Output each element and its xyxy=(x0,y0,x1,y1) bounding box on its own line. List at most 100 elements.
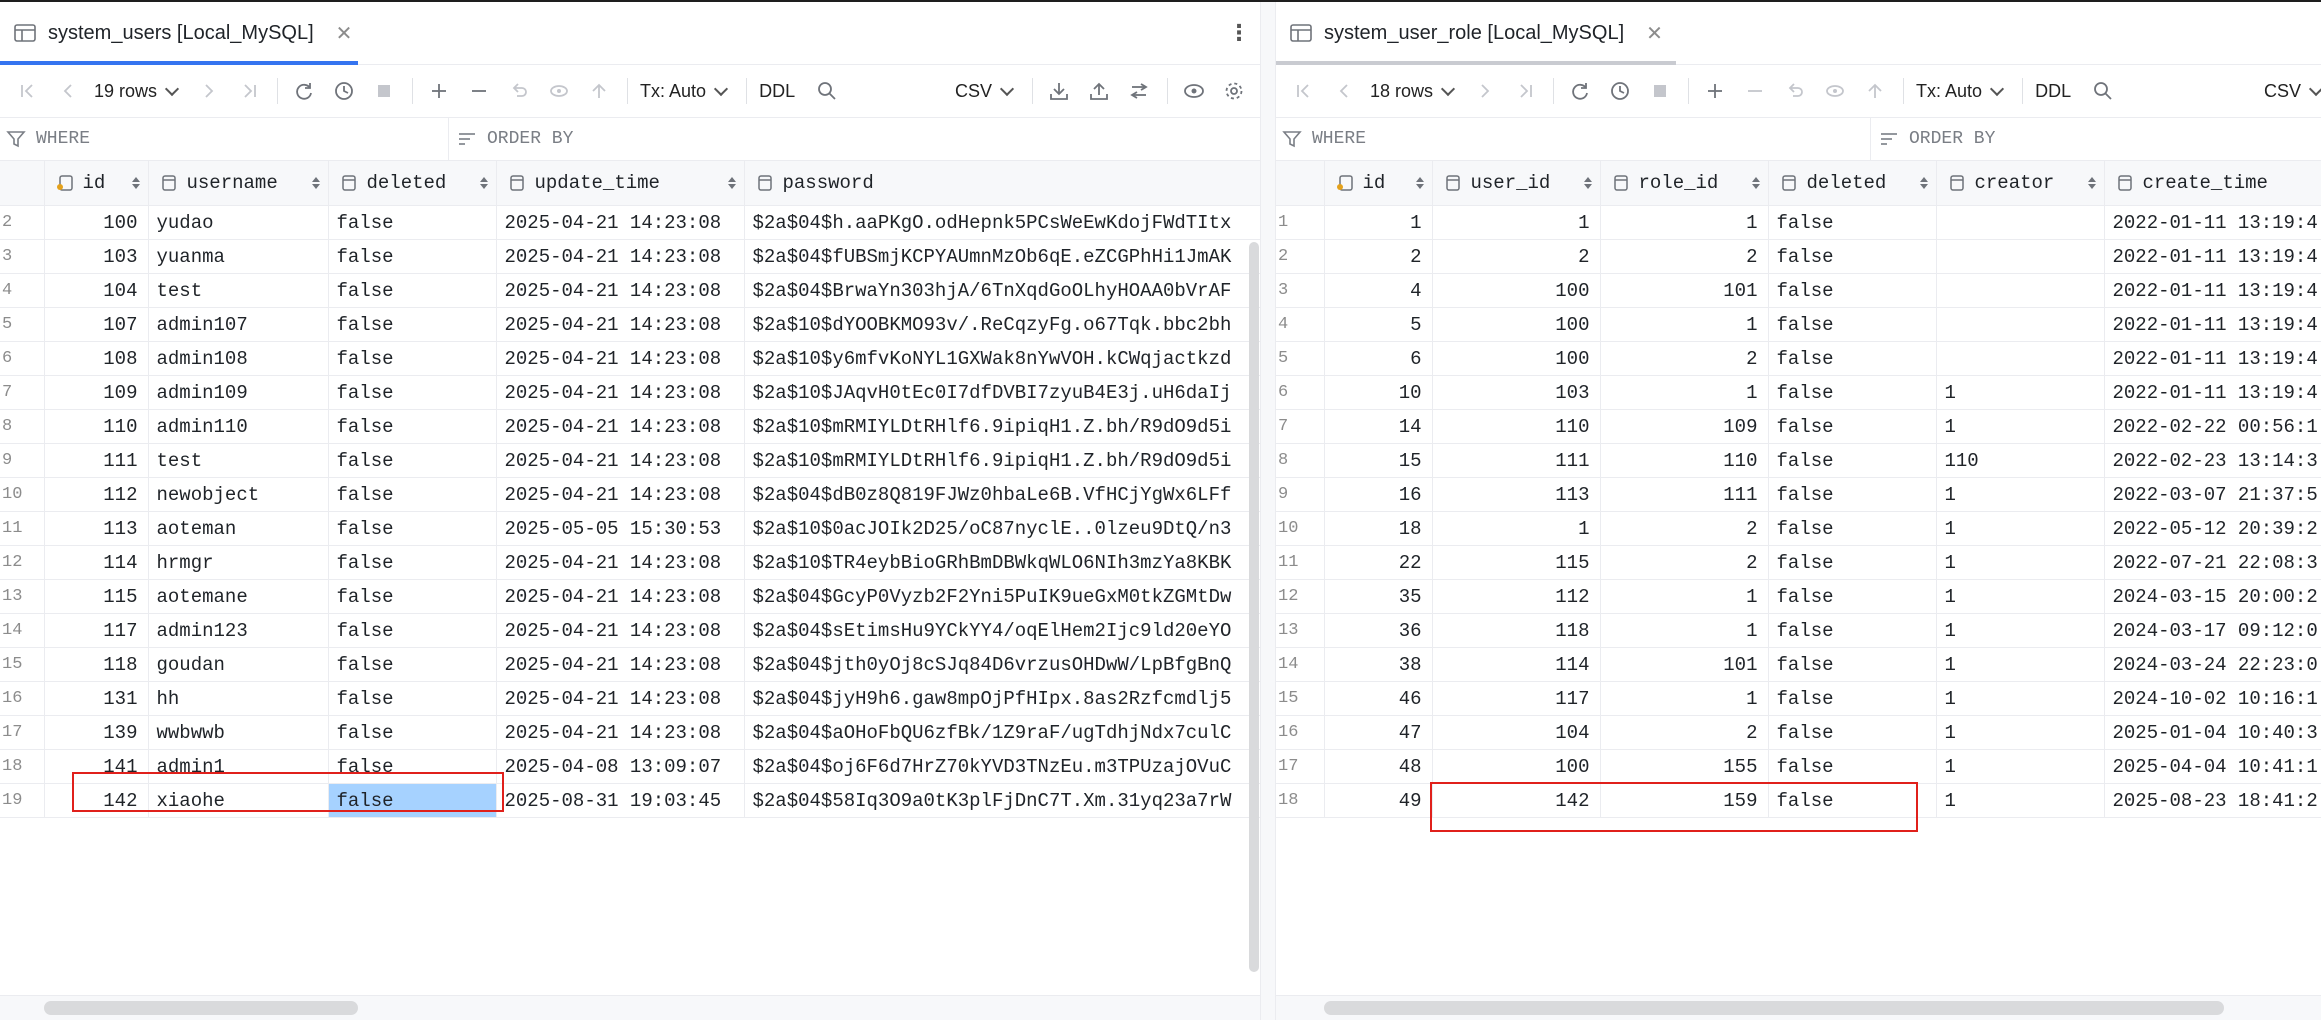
column-header-create-time[interactable]: create_time xyxy=(2104,161,2321,206)
table-cell[interactable]: 155 xyxy=(1600,749,1769,784)
table-cell[interactable]: 1 xyxy=(1936,647,2105,682)
table-cell[interactable]: $2a$10$dYOOBKMO93v/.ReCqzyFg.o67Tqk.bbc2… xyxy=(744,307,1260,342)
table-cell[interactable]: hrmgr xyxy=(148,545,329,580)
table-cell[interactable]: 2 xyxy=(1600,511,1769,546)
table-row[interactable]: 14 117 admin123 false 2025-04-21 14:23:08 $2a… xyxy=(0,613,1260,648)
table-cell[interactable]: admin109 xyxy=(148,375,329,410)
table-cell[interactable]: $2a$10$TR4eybBioGRhBmDBWkqWLO6NIh3mzYa8K… xyxy=(744,545,1260,580)
table-cell[interactable]: false xyxy=(1768,307,1937,342)
table-cell[interactable]: false xyxy=(1768,273,1937,308)
sort-arrows-icon[interactable] xyxy=(311,175,320,191)
table-cell[interactable]: false xyxy=(328,375,497,410)
selected-cell[interactable]: false xyxy=(328,783,497,818)
table-cell[interactable]: 2024-03-17 09:12:0 xyxy=(2104,613,2321,648)
table-cell[interactable]: $2a$04$dB0z8Q819FJWz0hbaLe6B.VfHCjYgWx6L… xyxy=(744,477,1260,512)
history-clock-icon[interactable] xyxy=(330,77,358,105)
table-cell[interactable]: false xyxy=(1768,783,1937,818)
table-cell[interactable]: 2025-08-23 18:41:2 xyxy=(2104,783,2321,818)
last-page-icon[interactable] xyxy=(1511,77,1539,105)
table-row[interactable]: 15 46 117 1 false 1 2024-10-02 10:16:1 xyxy=(1276,681,2321,716)
table-cell[interactable]: false xyxy=(1768,375,1937,410)
search-icon[interactable] xyxy=(813,77,841,105)
table-cell[interactable]: 4 xyxy=(1324,273,1433,308)
table-cell[interactable]: 108 xyxy=(44,341,149,376)
column-header-deleted[interactable]: deleted xyxy=(1768,161,1937,206)
table-cell[interactable]: $2a$10$mRMIYLDtRHlf6.9ipiqH1.Z.bh/R9dO9d… xyxy=(744,443,1260,478)
table-cell[interactable]: 2025-04-21 14:23:08 xyxy=(496,205,745,240)
table-cell[interactable]: false xyxy=(1768,613,1937,648)
table-cell[interactable]: false xyxy=(1768,545,1937,580)
table-row[interactable]: 3 4 100 101 false 2022-01-11 13:19:4 xyxy=(1276,273,2321,308)
vertical-scrollbar-thumb[interactable] xyxy=(1249,242,1259,972)
table-cell[interactable]: test xyxy=(148,443,329,478)
table-cell[interactable]: false xyxy=(328,239,497,274)
last-page-icon[interactable] xyxy=(235,77,263,105)
table-cell[interactable]: 1 xyxy=(1936,511,2105,546)
column-header-creator[interactable]: creator xyxy=(1936,161,2105,206)
table-row[interactable]: 2 2 2 2 false 2022-01-11 13:19:4 xyxy=(1276,239,2321,274)
table-cell[interactable]: 139 xyxy=(44,715,149,750)
table-cell[interactable]: 1 xyxy=(1936,579,2105,614)
table-cell[interactable]: false xyxy=(328,715,497,750)
table-cell[interactable]: 18 xyxy=(1324,511,1433,546)
next-page-icon[interactable] xyxy=(195,77,223,105)
table-cell[interactable]: 115 xyxy=(44,579,149,614)
table-row[interactable]: 13 115 aotemane false 2025-04-21 14:23:08 $2a… xyxy=(0,579,1260,614)
table-cell[interactable]: $2a$10$y6mfvKoNYL1GXWak8nYwVOH.kCWqjactk… xyxy=(744,341,1260,376)
table-cell[interactable]: 2022-01-11 13:19:4 xyxy=(2104,239,2321,274)
history-clock-icon[interactable] xyxy=(1606,77,1634,105)
table-cell[interactable]: newobject xyxy=(148,477,329,512)
table-cell[interactable]: 2025-04-21 14:23:08 xyxy=(496,375,745,410)
ddl-button[interactable]: DDL xyxy=(2035,81,2071,102)
table-row[interactable]: 12 35 112 1 false 1 2024-03-15 20:00:2 xyxy=(1276,579,2321,614)
table-cell[interactable]: 6 xyxy=(1324,341,1433,376)
table-cell[interactable]: 2022-02-22 00:56:1 xyxy=(2104,409,2321,444)
table-cell[interactable]: 2 xyxy=(1600,341,1769,376)
export-format-dropdown[interactable]: CSV xyxy=(955,81,1015,102)
table-row[interactable]: 16 47 104 2 false 1 2025-01-04 10:40:3 xyxy=(1276,715,2321,750)
table-cell[interactable]: admin107 xyxy=(148,307,329,342)
table-cell[interactable]: false xyxy=(1768,579,1937,614)
table-cell[interactable]: 100 xyxy=(1432,307,1601,342)
table-cell[interactable]: false xyxy=(328,273,497,308)
table-row[interactable]: 10 18 1 2 false 1 2022-05-12 20:39:2 xyxy=(1276,511,2321,546)
table-row[interactable]: 17 48 100 155 false 1 2025-04-04 10:41:1 xyxy=(1276,749,2321,784)
table-cell[interactable]: 47 xyxy=(1324,715,1433,750)
table-cell[interactable]: 1 xyxy=(1936,409,2105,444)
table-cell[interactable]: admin123 xyxy=(148,613,329,648)
table-row[interactable]: 2 100 yudao false 2025-04-21 14:23:08 $2a$04$… xyxy=(0,205,1260,240)
export-format-dropdown[interactable]: CSV xyxy=(2264,81,2321,102)
table-cell[interactable]: aotemane xyxy=(148,579,329,614)
table-row[interactable]: 15 118 goudan false 2025-04-21 14:23:08 $2a$0… xyxy=(0,647,1260,682)
where-filter-input[interactable]: WHERE xyxy=(0,129,90,149)
table-cell[interactable]: 112 xyxy=(44,477,149,512)
table-cell[interactable]: test xyxy=(148,273,329,308)
table-cell[interactable]: 2 xyxy=(1600,239,1769,274)
revert-icon[interactable] xyxy=(505,77,533,105)
table-cell[interactable]: wwbwwb xyxy=(148,715,329,750)
table-cell[interactable]: 1 xyxy=(1936,375,2105,410)
transaction-mode-dropdown[interactable]: Tx: Auto xyxy=(1916,81,2005,102)
table-cell[interactable]: 1 xyxy=(1936,477,2105,512)
ddl-button[interactable]: DDL xyxy=(759,81,795,102)
table-cell[interactable]: 16 xyxy=(1324,477,1433,512)
table-cell[interactable]: 104 xyxy=(44,273,149,308)
preview-changes-icon[interactable] xyxy=(1821,77,1849,105)
table-cell[interactable]: 35 xyxy=(1324,579,1433,614)
table-cell[interactable]: xiaohe xyxy=(148,783,329,818)
table-row[interactable]: 17 139 wwbwwb false 2025-04-21 14:23:08 $2a$0… xyxy=(0,715,1260,750)
table-cell[interactable]: false xyxy=(1768,239,1937,274)
column-header-username[interactable]: username xyxy=(148,161,329,206)
table-row[interactable]: 18 141 admin1 false 2025-04-08 13:09:07 $2a$0… xyxy=(0,749,1260,784)
table-cell[interactable]: false xyxy=(328,681,497,716)
table-cell[interactable]: 1 xyxy=(1600,613,1769,648)
tab-system-users[interactable]: system_users [Local_MySQL] ✕ xyxy=(0,2,366,64)
table-cell[interactable]: false xyxy=(328,545,497,580)
table-cell[interactable]: 112 xyxy=(1432,579,1601,614)
table-cell[interactable]: 2022-05-12 20:39:2 xyxy=(2104,511,2321,546)
table-cell[interactable]: 2025-04-21 14:23:08 xyxy=(496,647,745,682)
table-cell[interactable]: 104 xyxy=(1432,715,1601,750)
search-icon[interactable] xyxy=(2089,77,2117,105)
table-row[interactable]: 4 5 100 1 false 2022-01-11 13:19:4 xyxy=(1276,307,2321,342)
column-header-update-time[interactable]: update_time xyxy=(496,161,745,206)
